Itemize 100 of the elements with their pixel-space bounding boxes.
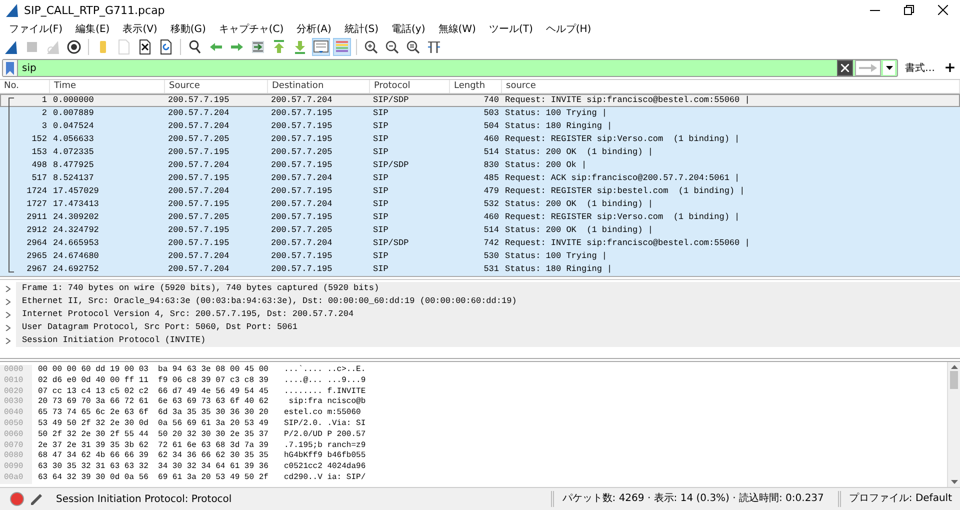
offset-label: 0010 [0,376,32,387]
profile-label[interactable]: プロファイル: Default [838,491,960,507]
close-icon[interactable] [938,5,948,15]
up-arrow-icon [950,365,958,369]
table-cell-text: 530 [482,250,500,263]
tree-item[interactable]: Internet Protocol Version 4, Src: 200.57.7.195, Dst: 200.57.7.204 [16,308,960,321]
table-cell-text: SIP [372,263,390,276]
display-filter-field[interactable]: sip [18,60,837,76]
chevron-right-icon[interactable] [5,324,11,330]
edit-icon[interactable] [30,492,44,506]
packet-row[interactable]: 1 0.000000 200.57.7.195 200.57.7.204 SIP/SDP 740 Request: INVITE sip:francisco@bestel.com:55060 | [0,94,960,107]
chevron-right-icon[interactable] [5,298,11,304]
table-cell-text: SIP [372,250,390,263]
record-icon[interactable] [10,492,24,506]
clear-button[interactable] [837,60,853,76]
scrollbar-thumb[interactable] [950,371,958,389]
table-cell-text: 24.309202 [52,211,100,224]
table-cell-text: 498 [30,159,48,172]
hex-bytes: 68 47 34 62 4b 66 66 39 62 34 36 66 62 30 35 35 [37,451,270,462]
packet-row[interactable]: 2911 24.309202 200.57.7.205 200.57.7.195 SIP 460 Request: REGISTER sip:Verso.com (1 binding) | [0,211,960,224]
table-cell-text: Status: 200 OK (1 binding) | [504,224,654,237]
packet-row[interactable]: 2 0.007889 200.57.7.204 200.57.7.195 SIP 503 Status: 100 Trying | [0,107,960,120]
column-header[interactable]: No. [0,80,50,93]
table-cell-text: Request: REGISTER sip:Verso.com (1 binding) | [504,211,741,224]
tree-item[interactable]: User Datagram Protocol, Src Port: 5060, Dst Port: 5061 [16,321,960,334]
table-cell-text: 200.57.7.195 [270,185,334,198]
table-cell-text: Status: 180 Ringing | [504,263,614,276]
table-cell-text: 830 [482,159,500,172]
table-cell-text: Request: REGISTER sip:Verso.com (1 binding) | [504,133,741,146]
table-cell-text: 0.000000 [52,94,95,107]
packet-row[interactable]: 3 0.047524 200.57.7.204 200.57.7.195 SIP 504 Status: 180 Ringing | [0,120,960,133]
packet-row[interactable]: 1727 17.473413 200.57.7.195 200.57.7.204 SIP 532 Status: 200 OK (1 binding) | [0,198,960,211]
tree-item[interactable]: Frame 1: 740 bytes on wire (5920 bits), 740 bytes captured (5920 bits) [16,282,960,295]
table-cell-text: 200.57.7.205 [167,133,230,146]
offset-label: 0090 [0,462,32,473]
offset-label: 00a0 [0,472,32,484]
column-header[interactable]: Destination [268,80,370,93]
menu-item[interactable]: ヘルプ(H) [538,22,598,36]
hex-bytes: 07 cc 13 c4 13 c5 02 c2 66 d7 49 4e 56 49 54 45 [37,386,270,397]
window-title: SIP_CALL_RTP_G711.pcap [24,4,166,16]
table-cell-text: 200.57.7.204 [167,185,230,198]
packet-row[interactable]: 2967 24.692752 200.57.7.204 200.57.7.195 SIP 531 Status: 180 Ringing | [0,263,960,276]
column-header[interactable]: Time [50,80,165,93]
maximize-icon[interactable] [904,5,914,15]
bookmark-button[interactable] [3,60,18,76]
table-cell-text: SIP/SDP [372,94,410,107]
column-header[interactable]: source [502,80,960,93]
scrollbar[interactable] [947,362,960,487]
table-cell-text: SIP [372,224,390,237]
chevron-right-icon[interactable] [5,312,11,318]
packet-row[interactable]: 498 8.477925 200.57.7.204 200.57.7.195 SIP/SDP 830 Status: 200 Ok | [0,159,960,172]
menu-item[interactable]: 表示(V) [116,22,164,36]
table-cell-text: 200.57.7.195 [167,224,230,237]
menu-item[interactable]: 移動(G) [163,22,212,36]
table-cell-text: 200.57.7.204 [167,107,230,120]
table-cell-text: 200.57.7.205 [270,146,334,159]
table-cell-text: Status: 200 OK (1 binding) | [504,146,654,159]
ascii-text: estel.co m:55060 [284,408,362,419]
filter-field[interactable]: sip [2,59,898,77]
table-cell-text: 200.57.7.204 [270,198,334,211]
tree-item[interactable]: Ethernet II, Src: Oracle_94:63:3e (00:03:ba:94:63:3e), Dst: 00:00:00_60:dd:19 (00:00:00:60:dd:19) [16,295,960,308]
hex-bytes: 53 49 50 2f 32 2e 30 0d 0a 56 69 61 3a 20 53 49 [37,418,270,430]
table-cell-text: Status: 180 Ringing | [504,120,614,133]
table-cell-text: 200.57.7.195 [270,133,334,146]
menu-item[interactable]: ファイル(F) [2,22,69,36]
packet-row[interactable]: 517 8.524137 200.57.7.195 200.57.7.204 SIP 485 Request: ACK sip:francisco@200.57.7.204:5061 | [0,172,960,185]
menu-item[interactable]: 統計(S) [337,22,385,36]
dropdown-button[interactable] [883,61,895,75]
menu-item[interactable]: 電話(y) [384,22,432,36]
tree-item[interactable]: Session Initiation Protocol (INVITE) [16,334,960,347]
packet-row[interactable]: 152 4.056633 200.57.7.205 200.57.7.195 SIP 460 Request: REGISTER sip:Verso.com (1 binding) | [0,133,960,146]
menu-item[interactable]: 編集(E) [68,22,116,36]
table-cell-text: 200.57.7.195 [270,211,334,224]
packet-row[interactable]: 2964 24.665953 200.57.7.195 200.57.7.204 SIP/SDP 742 Request: INVITE sip:francisco@bestel.com:55060 | [0,237,960,250]
table-cell-text: 200.57.7.204 [270,172,334,185]
menu-item[interactable]: ツール(T) [482,22,539,36]
column-header[interactable]: Length [450,80,502,93]
offset-label: 0060 [0,430,32,441]
menu-item[interactable]: 無線(W) [431,22,482,36]
hex-bytes: 02 d6 e0 0d 40 00 ff 11 f9 06 c8 39 07 c3 c8 39 [37,376,270,387]
chevron-right-icon[interactable] [5,286,11,292]
table-cell-text: Request: ACK sip:francisco@200.57.7.204:5061 | [504,172,741,185]
table-cell-text: Status: 200 Ok | [504,159,588,172]
hex-bytes: 65 73 74 65 6c 2e 63 6f 6d 3a 35 35 30 36 30 20 [37,408,270,419]
packet-row[interactable]: 153 4.072335 200.57.7.195 200.57.7.205 SIP 514 Status: 200 OK (1 binding) | [0,146,960,159]
hex-bytes: 50 2f 32 2e 30 2f 55 44 50 20 32 30 30 2e 35 37 [37,430,270,441]
ascii-text: c0521cc2 4024da96 [284,462,366,473]
column-header[interactable]: Source [165,80,268,93]
packet-row[interactable]: 1724 17.457029 200.57.7.204 200.57.7.195 SIP 479 Request: REGISTER sip:bestel.com (1 binding) | [0,185,960,198]
offset-label: 0000 [0,365,32,376]
table-cell-text: 24.324792 [52,224,100,237]
table-cell-text: Status: 100 Trying | [504,107,608,120]
packet-row[interactable]: 2912 24.324792 200.57.7.195 200.57.7.205 SIP 514 Status: 200 OK (1 binding) | [0,224,960,237]
table-cell-text: 200.57.7.195 [167,198,230,211]
packet-row[interactable]: 2965 24.674680 200.57.7.204 200.57.7.195 SIP 530 Status: 100 Trying | [0,250,960,263]
column-header[interactable]: Protocol [370,80,450,93]
chevron-right-icon[interactable] [5,338,11,344]
menu-item[interactable]: キャプチャ(C) [212,22,290,36]
menu-item[interactable]: 分析(A) [290,22,338,36]
ascii-text: hG4bKff9 b46fb055 [284,451,366,462]
